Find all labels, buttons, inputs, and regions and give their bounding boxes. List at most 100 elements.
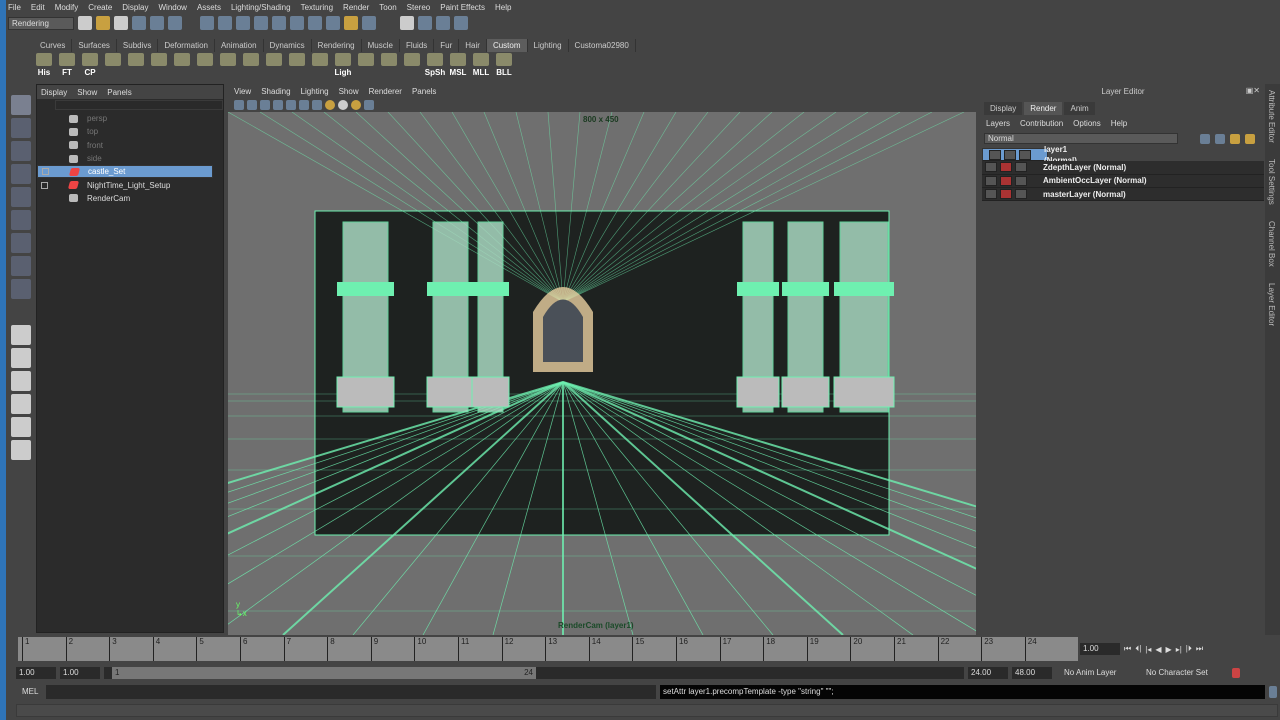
menu-window[interactable]: Window	[159, 3, 187, 12]
command-input[interactable]	[46, 684, 656, 699]
layout-four-icon[interactable]	[11, 348, 31, 368]
menuset-select[interactable]: Rendering	[8, 16, 74, 30]
viewport-menu-renderer[interactable]: Renderer	[369, 87, 402, 96]
select-hierarchy-icon[interactable]	[132, 16, 146, 30]
shelf-tab-fur[interactable]: Fur	[434, 39, 460, 52]
layout-outliner-icon[interactable]	[11, 394, 31, 414]
shelf-tab-fluids[interactable]: Fluids	[400, 39, 435, 52]
shelf-tab-subdivs[interactable]: Subdivs	[117, 39, 159, 52]
shelf-button[interactable]: MSL	[448, 53, 468, 77]
lasso-tool-icon[interactable]	[11, 118, 31, 138]
history-icon[interactable]	[308, 16, 322, 30]
shelf-tab-animation[interactable]: Animation	[215, 39, 264, 52]
smooth-shade-icon[interactable]	[299, 99, 309, 110]
shelf-tab-lighting[interactable]: Lighting	[528, 39, 569, 52]
range-handle[interactable]: 1 24	[112, 666, 536, 679]
shelf-button[interactable]	[356, 53, 376, 77]
side-tab-tool-settings[interactable]: Tool Settings	[1267, 159, 1276, 205]
start-time-field[interactable]: 1.00	[16, 666, 56, 679]
layer-attr-icon[interactable]	[1019, 149, 1031, 160]
expand-icon[interactable]	[42, 168, 49, 176]
shelf-button[interactable]	[149, 53, 169, 77]
snap-point-icon[interactable]	[236, 16, 250, 30]
lock-icon[interactable]	[344, 16, 358, 30]
layer-row[interactable]: ZdepthLayer (Normal)	[982, 161, 1264, 175]
grid-toggle-icon[interactable]	[273, 99, 283, 110]
outliner-item[interactable]: side	[37, 152, 223, 165]
new-layer-selected-icon[interactable]	[1215, 133, 1225, 144]
outliner-menu-display[interactable]: Display	[41, 88, 67, 97]
layer-menu-layers[interactable]: Layers	[986, 119, 1010, 128]
step-key-back-icon[interactable]: |◂	[1145, 645, 1151, 654]
range-slider[interactable]: 1 24	[104, 666, 964, 679]
renderable-toggle-icon[interactable]	[989, 149, 1001, 160]
scale-tool-icon[interactable]	[11, 210, 31, 230]
shelf-button[interactable]	[103, 53, 123, 77]
lights-icon[interactable]	[325, 99, 335, 110]
go-end-icon[interactable]: ⏭	[1196, 644, 1203, 654]
light-layer-icon[interactable]	[1230, 133, 1240, 144]
new-scene-icon[interactable]	[78, 16, 92, 30]
shelf-button[interactable]	[195, 53, 215, 77]
viewport-menu-view[interactable]: View	[234, 87, 251, 96]
menu-create[interactable]: Create	[88, 3, 112, 12]
render-settings-icon[interactable]	[454, 16, 468, 30]
layer-menu-help[interactable]: Help	[1111, 119, 1127, 128]
rotate-tool-icon[interactable]	[11, 187, 31, 207]
move-tool-icon[interactable]	[11, 164, 31, 184]
shelf-button[interactable]: BLL	[494, 53, 514, 77]
manipulator-icon[interactable]	[11, 233, 31, 253]
expand-icon[interactable]	[41, 181, 48, 189]
select-component-icon[interactable]	[168, 16, 182, 30]
open-scene-icon[interactable]	[96, 16, 110, 30]
shelf-button[interactable]: His	[34, 53, 54, 77]
shelf-button[interactable]: SpSh	[425, 53, 445, 77]
blend-mode-select[interactable]: Normal	[984, 133, 1178, 144]
playback-end-field[interactable]: 24.00	[968, 666, 1008, 679]
go-start-icon[interactable]: ⏮	[1124, 644, 1131, 654]
layer-menu-contribution[interactable]: Contribution	[1020, 119, 1063, 128]
menu-edit[interactable]: Edit	[31, 3, 45, 12]
shelf-button[interactable]: Ligh	[333, 53, 353, 77]
recycle-icon[interactable]	[1000, 175, 1012, 186]
new-layer-icon[interactable]	[1200, 133, 1210, 144]
menu-modify[interactable]: Modify	[55, 3, 79, 12]
soft-mod-icon[interactable]	[11, 256, 31, 276]
shelf-button[interactable]	[402, 53, 422, 77]
time-slider[interactable]: 1 2 3 4 5 6 7 8 9 10 11 12 13 14 15 16 17 18 19 20 21 22 23 24	[18, 637, 1078, 661]
play-forward-icon[interactable]: ▶	[1166, 645, 1172, 654]
renderable-toggle-icon[interactable]	[985, 189, 997, 200]
menu-file[interactable]: File	[8, 3, 21, 12]
render-frame-icon[interactable]	[418, 16, 432, 30]
outliner-item[interactable]: NightTime_Light_Setup	[37, 178, 223, 191]
shelf-button[interactable]: FT	[57, 53, 77, 77]
menu-lightingshading[interactable]: Lighting/Shading	[231, 3, 291, 12]
script-editor-icon[interactable]	[1269, 685, 1277, 698]
shelf-button[interactable]	[218, 53, 238, 77]
shelf-button[interactable]	[264, 53, 284, 77]
shelf-tab-muscle[interactable]: Muscle	[362, 39, 400, 52]
command-language-label[interactable]: MEL	[16, 687, 42, 696]
snap-grid-icon[interactable]	[200, 16, 214, 30]
help-icon[interactable]	[326, 16, 340, 30]
layer-row[interactable]: masterLayer (Normal)	[982, 187, 1264, 202]
layout-graph-icon[interactable]	[11, 417, 31, 437]
snap-surface-icon[interactable]	[272, 16, 286, 30]
shelf-button[interactable]	[126, 53, 146, 77]
snap-curve-icon[interactable]	[218, 16, 232, 30]
menu-display[interactable]: Display	[122, 3, 148, 12]
menu-toon[interactable]: Toon	[379, 3, 396, 12]
shelf-tab-surfaces[interactable]: Surfaces	[72, 39, 117, 52]
shelf-tab-curves[interactable]: Curves	[34, 39, 73, 52]
menu-render[interactable]: Render	[343, 3, 369, 12]
step-key-forward-icon[interactable]: ▸|	[1176, 645, 1182, 654]
render-icon[interactable]	[362, 16, 376, 30]
current-frame-field[interactable]: 1.00	[1080, 643, 1120, 655]
outliner-item[interactable]: castle_Set	[37, 165, 213, 179]
menu-painteffects[interactable]: Paint Effects	[440, 3, 485, 12]
anim-layer-select[interactable]: No Anim Layer	[1056, 668, 1138, 677]
snap-plane-icon[interactable]	[254, 16, 268, 30]
tab-display[interactable]: Display	[984, 102, 1023, 115]
outliner-menu-show[interactable]: Show	[77, 88, 97, 97]
close-icon[interactable]: ▣✕	[1246, 86, 1260, 95]
